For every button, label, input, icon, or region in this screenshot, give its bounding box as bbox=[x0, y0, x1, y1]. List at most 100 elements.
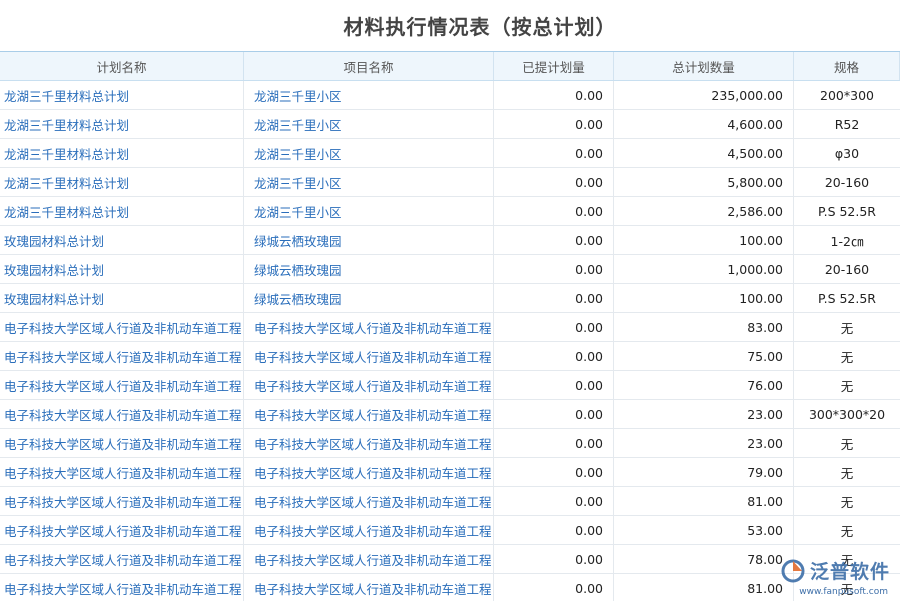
submitted-qty-cell: 0.00 bbox=[494, 284, 614, 312]
submitted-qty-cell: 0.00 bbox=[494, 110, 614, 138]
project-name-cell[interactable]: 电子科技大学区域人行道及非机动车道工程 bbox=[244, 487, 494, 515]
submitted-qty-cell: 0.00 bbox=[494, 226, 614, 254]
project-name-cell[interactable]: 龙湖三千里小区 bbox=[244, 139, 494, 167]
spec-cell: 20-160 bbox=[824, 174, 870, 190]
submitted-qty-cell: 0.00 bbox=[494, 574, 614, 601]
watermark-url: www.fanpusoft.com bbox=[799, 587, 888, 597]
project-name-cell[interactable]: 电子科技大学区域人行道及非机动车道工程 bbox=[244, 574, 494, 601]
spec-cell: R52 bbox=[834, 116, 860, 132]
total-planned-qty-cell: 2,586.00 bbox=[614, 197, 794, 225]
submitted-qty-cell: 0.00 bbox=[494, 429, 614, 457]
table-row[interactable]: 龙湖三千里材料总计划 龙湖三千里小区 0.00 5,800.00 20-160 bbox=[0, 168, 900, 197]
material-execution-table: 计划名称 项目名称 已提计划量 总计划数量 规格 龙湖三千里材料总计划 龙湖三千里… bbox=[0, 51, 900, 601]
table-row[interactable]: 电子科技大学区域人行道及非机动车道工程 电子科技大学区域人行道及非机动车道工程 0.… bbox=[0, 342, 900, 371]
submitted-qty-cell: 0.00 bbox=[494, 516, 614, 544]
spec-cell: P.S 52.5R bbox=[818, 290, 876, 306]
project-name-cell[interactable]: 电子科技大学区域人行道及非机动车道工程 bbox=[244, 313, 494, 341]
total-planned-qty-cell: 53.00 bbox=[614, 516, 794, 544]
table-row[interactable]: 龙湖三千里材料总计划 龙湖三千里小区 0.00 235,000.00 200*300 bbox=[0, 81, 900, 110]
project-name-cell[interactable]: 绿城云栖玫瑰园 bbox=[244, 255, 494, 283]
total-planned-qty-cell: 4,500.00 bbox=[614, 139, 794, 167]
project-name-cell[interactable]: 电子科技大学区域人行道及非机动车道工程 bbox=[244, 458, 494, 486]
project-name-cell[interactable]: 绿城云栖玫瑰园 bbox=[244, 226, 494, 254]
table-row[interactable]: 电子科技大学区域人行道及非机动车道工程 电子科技大学区域人行道及非机动车道工程 0.… bbox=[0, 400, 900, 429]
plan-name-cell[interactable]: 电子科技大学区域人行道及非机动车道工程 bbox=[0, 458, 244, 486]
project-name-cell[interactable]: 电子科技大学区域人行道及非机动车道工程 bbox=[244, 429, 494, 457]
table-row[interactable]: 玫瑰园材料总计划 绿城云栖玫瑰园 0.00 1,000.00 20-160 bbox=[0, 255, 900, 284]
table-row[interactable]: 龙湖三千里材料总计划 龙湖三千里小区 0.00 4,500.00 φ30 bbox=[0, 139, 900, 168]
table-row[interactable]: 电子科技大学区域人行道及非机动车道工程 电子科技大学区域人行道及非机动车道工程 0.… bbox=[0, 371, 900, 400]
project-name-cell[interactable]: 电子科技大学区域人行道及非机动车道工程 bbox=[244, 400, 494, 428]
table-row[interactable]: 龙湖三千里材料总计划 龙湖三千里小区 0.00 2,586.00 P.S 52.5R bbox=[0, 197, 900, 226]
spec-cell: 无 bbox=[840, 349, 854, 365]
plan-name-cell[interactable]: 电子科技大学区域人行道及非机动车道工程 bbox=[0, 516, 244, 544]
table-row[interactable]: 电子科技大学区域人行道及非机动车道工程 电子科技大学区域人行道及非机动车道工程 0.… bbox=[0, 429, 900, 458]
spec-cell: 无 bbox=[840, 320, 854, 336]
submitted-qty-cell: 0.00 bbox=[494, 197, 614, 225]
plan-name-cell[interactable]: 电子科技大学区域人行道及非机动车道工程 bbox=[0, 429, 244, 457]
plan-name-cell[interactable]: 龙湖三千里材料总计划 bbox=[0, 139, 244, 167]
total-planned-qty-cell: 100.00 bbox=[614, 284, 794, 312]
spec-cell: 无 bbox=[840, 436, 854, 452]
total-planned-qty-cell: 5,800.00 bbox=[614, 168, 794, 196]
project-name-cell[interactable]: 电子科技大学区域人行道及非机动车道工程 bbox=[244, 342, 494, 370]
project-name-cell[interactable]: 龙湖三千里小区 bbox=[244, 197, 494, 225]
spec-cell: 1-2㎝ bbox=[830, 233, 864, 249]
project-name-cell[interactable]: 龙湖三千里小区 bbox=[244, 110, 494, 138]
plan-name-cell[interactable]: 龙湖三千里材料总计划 bbox=[0, 197, 244, 225]
table-row[interactable]: 玫瑰园材料总计划 绿城云栖玫瑰园 0.00 100.00 P.S 52.5R bbox=[0, 284, 900, 313]
submitted-qty-cell: 0.00 bbox=[494, 400, 614, 428]
table-header-row: 计划名称 项目名称 已提计划量 总计划数量 规格 bbox=[0, 52, 900, 81]
submitted-qty-cell: 0.00 bbox=[494, 255, 614, 283]
plan-name-cell[interactable]: 电子科技大学区域人行道及非机动车道工程 bbox=[0, 574, 244, 601]
plan-name-cell[interactable]: 龙湖三千里材料总计划 bbox=[0, 168, 244, 196]
plan-name-cell[interactable]: 电子科技大学区域人行道及非机动车道工程 bbox=[0, 313, 244, 341]
plan-name-cell[interactable]: 电子科技大学区域人行道及非机动车道工程 bbox=[0, 487, 244, 515]
plan-name-cell[interactable]: 电子科技大学区域人行道及非机动车道工程 bbox=[0, 342, 244, 370]
spec-cell: 无 bbox=[840, 523, 854, 539]
table-row[interactable]: 玫瑰园材料总计划 绿城云栖玫瑰园 0.00 100.00 1-2㎝ bbox=[0, 226, 900, 255]
plan-name-cell[interactable]: 电子科技大学区域人行道及非机动车道工程 bbox=[0, 545, 244, 573]
submitted-qty-cell: 0.00 bbox=[494, 139, 614, 167]
plan-name-cell[interactable]: 玫瑰园材料总计划 bbox=[0, 226, 244, 254]
submitted-qty-cell: 0.00 bbox=[494, 168, 614, 196]
table-row[interactable]: 电子科技大学区域人行道及非机动车道工程 电子科技大学区域人行道及非机动车道工程 0.… bbox=[0, 516, 900, 545]
plan-name-cell[interactable]: 电子科技大学区域人行道及非机动车道工程 bbox=[0, 400, 244, 428]
plan-name-cell[interactable]: 玫瑰园材料总计划 bbox=[0, 255, 244, 283]
project-name-cell[interactable]: 电子科技大学区域人行道及非机动车道工程 bbox=[244, 545, 494, 573]
project-name-cell[interactable]: 电子科技大学区域人行道及非机动车道工程 bbox=[244, 371, 494, 399]
project-name-cell[interactable]: 龙湖三千里小区 bbox=[244, 81, 494, 109]
project-name-cell[interactable]: 龙湖三千里小区 bbox=[244, 168, 494, 196]
total-planned-qty-cell: 100.00 bbox=[614, 226, 794, 254]
spec-cell: 300*300*20 bbox=[808, 406, 886, 422]
plan-name-cell[interactable]: 龙湖三千里材料总计划 bbox=[0, 110, 244, 138]
table-row[interactable]: 电子科技大学区域人行道及非机动车道工程 电子科技大学区域人行道及非机动车道工程 0.… bbox=[0, 574, 900, 601]
submitted-qty-cell: 0.00 bbox=[494, 342, 614, 370]
table-row[interactable]: 电子科技大学区域人行道及非机动车道工程 电子科技大学区域人行道及非机动车道工程 0.… bbox=[0, 458, 900, 487]
total-planned-qty-cell: 81.00 bbox=[614, 487, 794, 515]
table-row[interactable]: 电子科技大学区域人行道及非机动车道工程 电子科技大学区域人行道及非机动车道工程 0.… bbox=[0, 313, 900, 342]
project-name-cell[interactable]: 电子科技大学区域人行道及非机动车道工程 bbox=[244, 516, 494, 544]
column-header-project-name[interactable]: 项目名称 bbox=[244, 52, 494, 80]
total-planned-qty-cell: 76.00 bbox=[614, 371, 794, 399]
project-name-cell[interactable]: 绿城云栖玫瑰园 bbox=[244, 284, 494, 312]
plan-name-cell[interactable]: 玫瑰园材料总计划 bbox=[0, 284, 244, 312]
spec-cell: P.S 52.5R bbox=[818, 203, 876, 219]
column-header-total-planned-qty[interactable]: 总计划数量 bbox=[614, 52, 794, 80]
table-body: 龙湖三千里材料总计划 龙湖三千里小区 0.00 235,000.00 200*300 龙湖… bbox=[0, 81, 900, 601]
table-row[interactable]: 龙湖三千里材料总计划 龙湖三千里小区 0.00 4,600.00 R52 bbox=[0, 110, 900, 139]
spec-cell: 无 bbox=[840, 465, 854, 481]
column-header-spec[interactable]: 规格 bbox=[794, 52, 900, 80]
total-planned-qty-cell: 4,600.00 bbox=[614, 110, 794, 138]
total-planned-qty-cell: 79.00 bbox=[614, 458, 794, 486]
plan-name-cell[interactable]: 电子科技大学区域人行道及非机动车道工程 bbox=[0, 371, 244, 399]
total-planned-qty-cell: 81.00 bbox=[614, 574, 794, 601]
table-row[interactable]: 电子科技大学区域人行道及非机动车道工程 电子科技大学区域人行道及非机动车道工程 0.… bbox=[0, 487, 900, 516]
column-header-plan-name[interactable]: 计划名称 bbox=[0, 52, 244, 80]
plan-name-cell[interactable]: 龙湖三千里材料总计划 bbox=[0, 81, 244, 109]
column-header-submitted-qty[interactable]: 已提计划量 bbox=[494, 52, 614, 80]
watermark-brand: 泛普软件 bbox=[809, 561, 890, 583]
submitted-qty-cell: 0.00 bbox=[494, 458, 614, 486]
table-row[interactable]: 电子科技大学区域人行道及非机动车道工程 电子科技大学区域人行道及非机动车道工程 0.… bbox=[0, 545, 900, 574]
submitted-qty-cell: 0.00 bbox=[494, 313, 614, 341]
